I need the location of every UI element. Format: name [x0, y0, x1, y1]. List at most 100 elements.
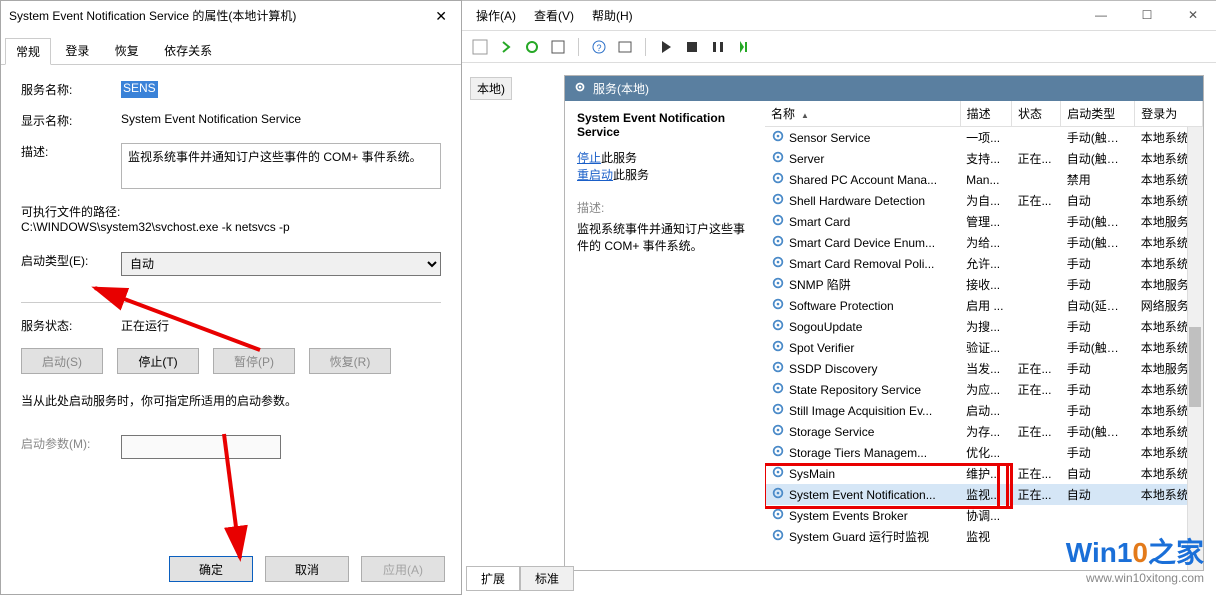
maximize-icon[interactable]: ☐: [1124, 1, 1170, 29]
toolbar-stop-icon[interactable]: [682, 37, 702, 57]
tab-logon[interactable]: 登录: [54, 37, 100, 64]
cell-desc: 启动...: [960, 400, 1011, 421]
col-state[interactable]: 状态: [1011, 101, 1060, 127]
cell-name: Software Protection: [789, 299, 894, 313]
tab-dependencies[interactable]: 依存关系: [153, 37, 223, 64]
col-logon[interactable]: 登录为: [1135, 101, 1203, 127]
startup-type-select[interactable]: 自动: [121, 252, 441, 276]
cell-name: SysMain: [789, 467, 835, 481]
services-window: — ☐ ✕ 操作(A) 查看(V) 帮助(H) ? 本地) 服务(本地): [462, 0, 1216, 595]
cancel-button[interactable]: 取消: [265, 556, 349, 582]
col-startup[interactable]: 启动类型: [1061, 101, 1135, 127]
cell-state: [1011, 295, 1060, 316]
stop-link[interactable]: 停止: [577, 149, 601, 166]
dialog-titlebar[interactable]: System Event Notification Service 的属性(本地…: [1, 1, 461, 31]
label-display-name: 显示名称:: [21, 112, 121, 129]
tab-recovery[interactable]: 恢复: [104, 37, 150, 64]
table-row[interactable]: Smart Card Removal Poli...允许...手动本地系统: [765, 253, 1203, 274]
table-row[interactable]: SNMP 陷阱接收...手动本地服务: [765, 274, 1203, 295]
cell-desc: 一项...: [960, 127, 1011, 149]
cell-startup: 手动: [1061, 253, 1135, 274]
cell-name: Spot Verifier: [789, 341, 854, 355]
cell-desc: 为搜...: [960, 316, 1011, 337]
table-row[interactable]: Software Protection启用 ...自动(延迟...网络服务: [765, 295, 1203, 316]
services-list[interactable]: 名称▲ 描述 状态 启动类型 登录为 Sensor Service一项...手动…: [765, 101, 1203, 570]
menu-help[interactable]: 帮助(H): [592, 7, 633, 24]
menu-action[interactable]: 操作(A): [476, 7, 516, 24]
dialog-title-text: System Event Notification Service 的属性(本地…: [9, 1, 296, 31]
table-row[interactable]: Shell Hardware Detection为自...正在...自动本地系统: [765, 190, 1203, 211]
table-row[interactable]: Sensor Service一项...手动(触发...本地系统: [765, 127, 1203, 149]
apply-button: 应用(A): [361, 556, 445, 582]
label-description: 描述:: [21, 143, 121, 189]
cell-name: Still Image Acquisition Ev...: [789, 404, 932, 418]
toolbar-refresh-icon[interactable]: [522, 37, 542, 57]
cell-name: System Events Broker: [789, 509, 908, 523]
table-row[interactable]: Smart Card Device Enum...为给...手动(触发...本地…: [765, 232, 1203, 253]
restart-link[interactable]: 重启动: [577, 166, 613, 183]
table-row[interactable]: SysMain维护...正在...自动本地系统: [765, 463, 1203, 484]
toolbar-restart-icon[interactable]: [734, 37, 754, 57]
col-desc[interactable]: 描述: [960, 101, 1011, 127]
window-controls: — ☐ ✕: [1078, 1, 1216, 29]
label-exe-path: 可执行文件的路径:: [21, 203, 441, 220]
table-row[interactable]: Storage Tiers Managem...优化...手动本地系统: [765, 442, 1203, 463]
table-row[interactable]: SogouUpdate为搜...手动本地系统: [765, 316, 1203, 337]
gear-icon: [771, 381, 785, 398]
cell-desc: 启用 ...: [960, 295, 1011, 316]
toolbar-export-icon[interactable]: [615, 37, 635, 57]
toolbar-pause-icon[interactable]: [708, 37, 728, 57]
value-description[interactable]: 监视系统事件并通知订户这些事件的 COM+ 事件系统。: [121, 143, 441, 189]
cell-name: Smart Card Removal Poli...: [789, 257, 934, 271]
table-row[interactable]: Shared PC Account Mana...Man...禁用本地系统: [765, 169, 1203, 190]
toolbar-play-icon[interactable]: [656, 37, 676, 57]
close-icon[interactable]: ✕: [429, 1, 453, 31]
toolbar-forward-icon[interactable]: [496, 37, 516, 57]
value-service-status: 正在运行: [121, 317, 169, 334]
watermark-brand: Win10之家: [1066, 531, 1204, 571]
scroll-thumb[interactable]: [1189, 327, 1201, 407]
cell-startup: 手动: [1061, 442, 1135, 463]
close-icon[interactable]: ✕: [1170, 1, 1216, 29]
cell-startup: 自动: [1061, 484, 1135, 505]
table-row[interactable]: Still Image Acquisition Ev...启动...手动本地系统: [765, 400, 1203, 421]
cell-startup: 禁用: [1061, 169, 1135, 190]
detail-desc-text: 监视系统事件并通知订户这些事件的 COM+ 事件系统。: [577, 220, 753, 254]
toolbar-separator: [645, 38, 646, 56]
cell-startup: 手动(触发...: [1061, 337, 1135, 358]
toolbar-help-icon[interactable]: ?: [589, 37, 609, 57]
gear-icon: [771, 339, 785, 356]
tree-node-local[interactable]: 本地): [470, 77, 512, 100]
menu-view[interactable]: 查看(V): [534, 7, 574, 24]
toolbar-properties-icon[interactable]: [548, 37, 568, 57]
btab-standard[interactable]: 标准: [564, 566, 574, 571]
cell-startup: 手动: [1061, 316, 1135, 337]
cell-startup: 自动: [1061, 190, 1135, 211]
cell-desc: 协调...: [960, 505, 1011, 526]
table-row[interactable]: State Repository Service为应...正在...手动本地系统: [765, 379, 1203, 400]
gear-icon: [771, 423, 785, 440]
services-panel: 服务(本地) System Event Notification Service…: [564, 75, 1204, 571]
tab-general[interactable]: 常规: [5, 38, 51, 65]
detail-pane: System Event Notification Service 停止此服务 …: [565, 101, 765, 570]
minimize-icon[interactable]: —: [1078, 1, 1124, 29]
cell-name: Server: [789, 152, 824, 166]
table-row[interactable]: Smart Card管理...手动(触发...本地服务: [765, 211, 1203, 232]
value-display-name: System Event Notification Service: [121, 112, 301, 129]
col-name[interactable]: 名称▲: [765, 101, 960, 127]
cell-startup: 手动(触发...: [1061, 232, 1135, 253]
cell-state: [1011, 274, 1060, 295]
table-row[interactable]: Storage Service为存...正在...手动(触发...本地系统: [765, 421, 1203, 442]
toolbar-back-icon[interactable]: [470, 37, 490, 57]
cell-desc: 验证...: [960, 337, 1011, 358]
scrollbar[interactable]: [1187, 127, 1203, 570]
table-row[interactable]: System Events Broker 协调...: [765, 505, 1203, 526]
gear-icon: [771, 402, 785, 419]
table-row[interactable]: SSDP Discovery当发...正在...手动本地服务: [765, 358, 1203, 379]
stop-button[interactable]: 停止(T): [117, 348, 199, 374]
ok-button[interactable]: 确定: [169, 556, 253, 582]
table-row[interactable]: Spot Verifier验证...手动(触发...本地系统: [765, 337, 1203, 358]
cell-desc: 维护...: [960, 463, 1011, 484]
table-row[interactable]: Server支持...正在...自动(触发...本地系统: [765, 148, 1203, 169]
table-row[interactable]: System Event Notification...监视...正在...自动…: [765, 484, 1203, 505]
